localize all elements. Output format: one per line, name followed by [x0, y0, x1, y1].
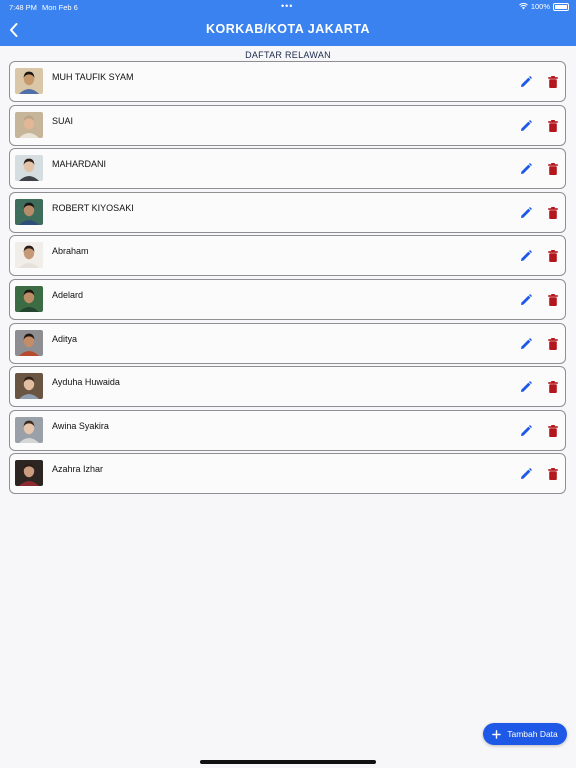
volunteer-list: MUH TAUFIK SYAM SUAI MAHARDANI ROBERT KIYOS…	[9, 61, 566, 497]
list-item[interactable]: Awina Syakira	[9, 409, 566, 451]
pencil-icon	[521, 424, 532, 436]
status-bar: 7:48 PM Mon Feb 6 ••• 100%	[0, 0, 576, 14]
avatar	[15, 460, 43, 487]
battery-percent: 100%	[530, 2, 550, 11]
volunteer-name: Awina Syakira	[52, 420, 109, 431]
battery-icon	[553, 2, 569, 11]
trash-icon	[548, 381, 558, 394]
status-date: Mon Feb 6	[42, 3, 78, 12]
volunteer-name: Azahra Izhar	[52, 464, 104, 475]
pencil-icon	[521, 293, 532, 305]
edit-button[interactable]	[519, 293, 533, 307]
trash-icon	[548, 468, 558, 481]
delete-button[interactable]	[546, 249, 560, 263]
edit-button[interactable]	[519, 424, 533, 438]
delete-button[interactable]	[546, 162, 560, 176]
edit-button[interactable]	[519, 75, 533, 89]
edit-button[interactable]	[519, 249, 533, 263]
list-item[interactable]: SUAI	[9, 104, 566, 146]
add-data-label: Tambah Data	[507, 729, 558, 739]
volunteer-name: Abraham	[52, 246, 89, 257]
volunteer-name: MUH TAUFIK SYAM	[52, 72, 134, 82]
plus-icon	[492, 729, 502, 739]
pencil-icon	[521, 381, 532, 393]
edit-button[interactable]	[519, 337, 533, 351]
delete-button[interactable]	[546, 206, 560, 220]
pencil-icon	[521, 119, 532, 131]
trash-icon	[548, 76, 558, 88]
avatar	[15, 329, 43, 356]
wifi-icon	[518, 3, 528, 10]
pencil-icon	[521, 337, 532, 349]
pencil-icon	[521, 163, 532, 175]
delete-button[interactable]	[546, 424, 560, 438]
avatar	[15, 242, 43, 269]
list-item[interactable]: Abraham	[9, 235, 566, 277]
list-item[interactable]: Aditya	[9, 322, 566, 364]
edit-button[interactable]	[519, 380, 533, 394]
avatar	[15, 373, 43, 400]
list-item[interactable]: MAHARDANI	[9, 148, 566, 190]
trash-icon	[548, 424, 558, 437]
delete-button[interactable]	[546, 119, 560, 133]
delete-button[interactable]	[546, 467, 560, 481]
avatar	[15, 111, 43, 138]
add-data-button[interactable]: Tambah Data	[483, 723, 567, 745]
avatar	[15, 68, 43, 94]
trash-icon	[548, 163, 558, 176]
list-item[interactable]: Azahra Izhar	[9, 453, 566, 495]
edit-button[interactable]	[519, 119, 533, 133]
list-item[interactable]: MUH TAUFIK SYAM	[9, 61, 566, 102]
list-item[interactable]: Ayduha Huwaida	[9, 366, 566, 408]
avatar	[15, 416, 43, 443]
volunteer-name: MAHARDANI	[52, 159, 107, 170]
volunteer-name: Adelard	[52, 289, 84, 300]
status-indicators: 100%	[518, 2, 569, 11]
list-item[interactable]: Adelard	[9, 278, 566, 320]
avatar	[15, 155, 43, 182]
volunteer-name: Ayduha Huwaida	[52, 377, 120, 388]
multitasking-dots-icon[interactable]: •••	[281, 1, 293, 11]
delete-button[interactable]	[546, 337, 560, 351]
list-item[interactable]: ROBERT KIYOSAKI	[9, 191, 566, 233]
edit-button[interactable]	[519, 467, 533, 481]
home-indicator[interactable]	[200, 760, 376, 764]
trash-icon	[548, 337, 558, 350]
edit-button[interactable]	[519, 206, 533, 220]
trash-icon	[548, 119, 558, 132]
page-title: KORKAB/KOTA JAKARTA	[205, 22, 371, 36]
pencil-icon	[521, 76, 532, 87]
volunteer-name: ROBERT KIYOSAKI	[52, 202, 134, 213]
delete-button[interactable]	[546, 75, 560, 89]
delete-button[interactable]	[546, 293, 560, 307]
delete-button[interactable]	[546, 380, 560, 394]
trash-icon	[548, 206, 558, 219]
status-time: 7:48 PM	[9, 3, 37, 12]
trash-icon	[548, 293, 558, 306]
trash-icon	[548, 250, 558, 263]
pencil-icon	[521, 468, 532, 480]
pencil-icon	[521, 206, 532, 218]
pencil-icon	[521, 250, 532, 262]
section-title: DAFTAR RELAWAN	[245, 50, 331, 60]
volunteer-name: SUAI	[52, 115, 74, 126]
avatar	[15, 198, 43, 225]
volunteer-name: Aditya	[52, 333, 78, 344]
avatar	[15, 285, 43, 312]
app-bar: 7:48 PM Mon Feb 6 ••• 100% KORKAB/KOTA J…	[0, 0, 576, 46]
edit-button[interactable]	[519, 162, 533, 176]
